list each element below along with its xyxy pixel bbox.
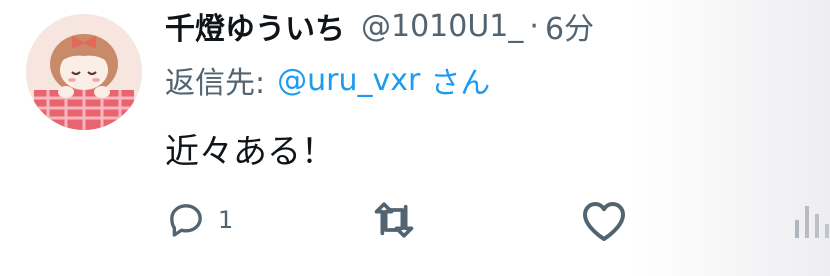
retweet-button[interactable]	[370, 190, 418, 250]
heart-icon	[583, 202, 625, 241]
tweet[interactable]: 千燈ゆういち @1010U1_ · 6分 返信先: @uru_vxr さん 近々…	[0, 0, 830, 276]
timestamp[interactable]: 6分	[545, 4, 594, 48]
like-button[interactable]	[580, 190, 628, 250]
tweet-header: 千燈ゆういち @1010U1_ · 6分	[165, 4, 594, 48]
user-handle[interactable]: @1010U1_	[361, 9, 523, 44]
reply-to-suffix: さん	[430, 66, 491, 101]
reply-button[interactable]: 1	[166, 190, 233, 250]
avatar[interactable]	[26, 14, 142, 130]
display-name[interactable]: 千燈ゆういち	[165, 4, 345, 48]
reply-count: 1	[218, 206, 234, 234]
avatar-illustration	[26, 14, 142, 130]
separator-dot: ·	[529, 8, 539, 44]
tweet-text: 近々ある！	[165, 131, 335, 172]
views-button[interactable]	[793, 190, 830, 250]
reply-to-label: 返信先:	[165, 66, 266, 101]
views-icon	[795, 206, 829, 238]
retweet-icon	[374, 202, 414, 238]
reply-icon	[170, 204, 202, 237]
action-bar: 1	[0, 190, 830, 250]
reply-to-line: 返信先: @uru_vxr さん	[165, 58, 490, 102]
reply-to-user-link[interactable]: @uru_vxr	[277, 63, 420, 98]
